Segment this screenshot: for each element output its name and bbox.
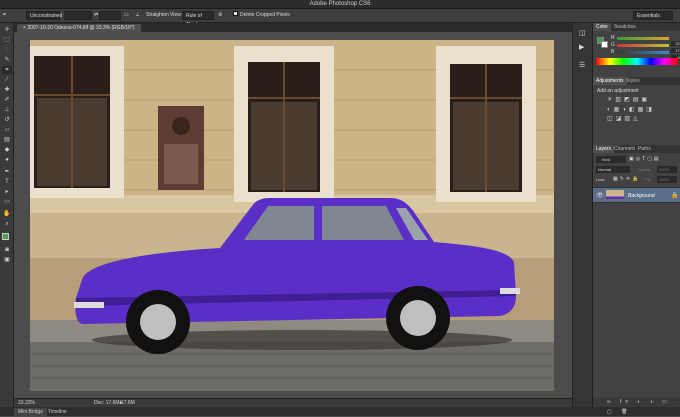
adjustment-icons-row-1[interactable]: ☀▥◩▤▣: [607, 96, 650, 103]
brush-tool-icon[interactable]: ✐: [2, 96, 12, 104]
dodge-tool-icon[interactable]: ●: [2, 156, 12, 164]
history-brush-tool-icon[interactable]: ↺: [2, 116, 12, 124]
crop-preset-select[interactable]: Unconstrained: [26, 11, 62, 20]
adjustments-panel: Add an adjustment ☀▥◩▤▣ ◐▦◑◧▩◨ ◫◪▨◬: [593, 85, 680, 123]
zoom-tool-icon[interactable]: ⌕: [2, 220, 12, 228]
bg-swatch[interactable]: [601, 41, 608, 48]
lock-label: Lock:: [596, 177, 606, 182]
status-bar: 33.33% Doc: 17.6M/17.6M ▸: [14, 398, 572, 407]
healing-tool-icon[interactable]: ✚: [2, 86, 12, 94]
tools-panel: ✛ ⬚ ◌ ✎ ⌗ ⁄ ✚ ✐ ⊥ ↺ ▱ ▤ ◆ ● ✒ T ▸ ▭ ✋ ⌕ …: [0, 23, 14, 416]
options-bar: ⌗ Unconstrained ⇄ ▭ ⟂ Straighten View: R…: [0, 9, 680, 28]
layer-row-background[interactable]: 👁 Background 🔒: [593, 187, 680, 203]
shape-tool-icon[interactable]: ▭: [2, 198, 12, 206]
opacity-label: Opacity:: [637, 167, 652, 172]
eraser-tool-icon[interactable]: ▱: [2, 126, 12, 134]
workspace-select[interactable]: Essentials: [633, 11, 673, 20]
add-adjustment-title: Add an adjustment: [597, 88, 639, 94]
pen-tool-icon[interactable]: ✒: [2, 168, 12, 176]
r-label: R: [611, 35, 615, 41]
crop-tool-icon[interactable]: ⌗: [2, 66, 12, 74]
visibility-eye-icon[interactable]: 👁: [596, 192, 604, 199]
tab-timeline[interactable]: Timeline: [44, 408, 71, 416]
layers-panel-tabs: Layers Channels Paths: [593, 145, 680, 153]
g-value[interactable]: 173: [671, 48, 680, 53]
move-tool-icon[interactable]: ✛: [2, 26, 12, 34]
history-icon[interactable]: ◫: [579, 29, 586, 37]
spectrum-ramp[interactable]: [596, 58, 678, 65]
view-label: View:: [170, 12, 183, 18]
right-panels: Color Swatches R 227 G 173 B 84 Adjustme…: [592, 23, 680, 415]
tab-styles[interactable]: Styles: [623, 77, 643, 85]
layers-panel: Kind ▣◎T▢▤ Normal Opacity: 100% Lock: ▦✎…: [593, 153, 680, 353]
tab-adjustments[interactable]: Adjustments: [593, 77, 627, 85]
g-slider[interactable]: G 173: [611, 42, 680, 53]
settings-gear-icon[interactable]: ⚙: [218, 11, 222, 20]
layer-filter-icons[interactable]: ▣◎T▢▤: [629, 156, 661, 162]
layer-name[interactable]: Background: [628, 193, 655, 199]
document-tab[interactable]: × 2007-10-20 Odessa-074.tiff @ 33.3% (RG…: [17, 24, 141, 32]
view-select[interactable]: Rule of Thirds: [182, 11, 214, 28]
layers-footer-icons[interactable]: ∞ fx ◐ ◑ ▭ ▢ 🗑: [593, 397, 680, 415]
quick-select-tool-icon[interactable]: ✎: [2, 56, 12, 64]
color-panel: R 227 G 173 B 84: [593, 31, 680, 67]
b-label: B: [611, 49, 615, 55]
type-tool-icon[interactable]: T: [2, 178, 12, 186]
layer-filter-kind: Kind: [602, 157, 611, 162]
opacity-field[interactable]: 100%: [657, 166, 677, 173]
crop-height-field[interactable]: [99, 11, 121, 20]
document-tab-label: 2007-10-20 Odessa-074.tiff @ 33.3% (RGB/…: [27, 25, 135, 31]
collapsed-panel-strip: ◫ ▶ ☰: [572, 23, 592, 407]
properties-icon[interactable]: ☰: [579, 61, 585, 69]
clear-button[interactable]: ▭: [124, 11, 129, 20]
adjustment-icons-row-2[interactable]: ◐▦◑◧▩◨: [607, 106, 655, 113]
foreground-color-swatch[interactable]: [2, 233, 9, 240]
crop-width-field[interactable]: [64, 11, 92, 20]
lock-icons[interactable]: ▦✎✛🔒: [613, 176, 640, 183]
play-actions-icon[interactable]: ▶: [579, 43, 584, 51]
stamp-tool-icon[interactable]: ⊥: [2, 106, 12, 114]
tab-paths[interactable]: Paths: [635, 145, 654, 153]
fill-label: Fill:: [645, 177, 652, 182]
crop-tool-icon[interactable]: ⌗: [3, 11, 6, 20]
hand-tool-icon[interactable]: ✋: [2, 210, 12, 218]
b-slider[interactable]: B 84: [611, 49, 680, 60]
fill-field[interactable]: 100%: [657, 176, 677, 183]
gradient-tool-icon[interactable]: ▤: [2, 136, 12, 144]
g-label: G: [611, 42, 615, 48]
color-panel-tabs: Color Swatches: [593, 23, 680, 31]
r-slider[interactable]: R 227: [611, 35, 680, 46]
document-tab-bar: × 2007-10-20 Odessa-074.tiff @ 33.3% (RG…: [14, 23, 572, 32]
marquee-tool-icon[interactable]: ⬚: [2, 36, 12, 44]
blur-tool-icon[interactable]: ◆: [2, 146, 12, 154]
layer-filter-select[interactable]: Kind: [596, 156, 626, 163]
canvas-area[interactable]: [14, 32, 572, 398]
lasso-tool-icon[interactable]: ◌: [2, 46, 12, 54]
document-photo[interactable]: [30, 40, 554, 391]
title-bar: Adobe Photoshop CS6: [0, 0, 680, 9]
straighten-icon[interactable]: ⟂: [136, 11, 139, 20]
window-title: Adobe Photoshop CS6: [309, 1, 371, 7]
eyedropper-tool-icon[interactable]: ⁄: [2, 76, 12, 84]
quick-mask-icon[interactable]: ◙: [2, 246, 12, 254]
bottom-panel-tabs: Mini Bridge Timeline: [0, 407, 680, 416]
photo-street-car: [30, 40, 554, 391]
r-value[interactable]: 227: [671, 41, 680, 46]
blend-mode-select[interactable]: Normal: [596, 166, 630, 173]
delete-cropped-checkbox[interactable]: Delete Cropped Pixels: [233, 11, 290, 20]
screen-mode-icon[interactable]: ▣: [2, 256, 12, 264]
straighten-label[interactable]: Straighten: [146, 11, 169, 20]
delete-cropped-label: Delete Cropped Pixels: [240, 12, 290, 18]
path-select-tool-icon[interactable]: ▸: [2, 188, 12, 196]
layer-thumbnail: [606, 190, 624, 201]
tab-mini-bridge[interactable]: Mini Bridge: [14, 408, 48, 416]
lock-icon: 🔒: [671, 193, 679, 199]
tab-color[interactable]: Color: [593, 23, 611, 31]
adjustment-icons-row-3[interactable]: ◫◪▨◬: [607, 115, 641, 122]
adjustments-panel-tabs: Adjustments Styles: [593, 77, 680, 85]
tab-swatches[interactable]: Swatches: [611, 23, 639, 31]
swap-icon[interactable]: ⇄: [94, 11, 98, 20]
